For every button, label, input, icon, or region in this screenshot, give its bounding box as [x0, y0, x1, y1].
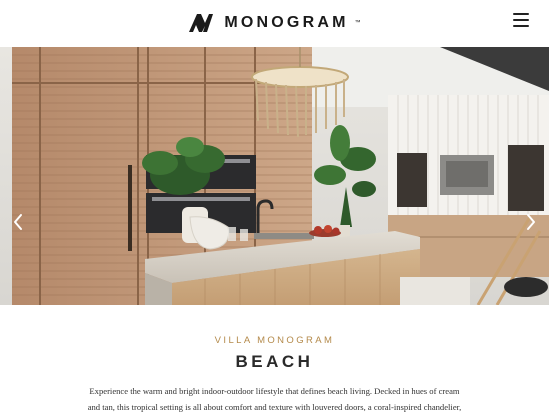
carousel-next-button[interactable]	[521, 209, 541, 235]
hamburger-icon[interactable]	[513, 13, 529, 27]
feature-content: VILLA MONOGRAM BEACH Experience the warm…	[0, 305, 549, 412]
trademark-mark: ™	[354, 20, 361, 26]
hero-kitchen-image	[0, 47, 549, 305]
brand-name: MONOGRAM	[224, 14, 349, 31]
site-header: MONOGRAM ™	[0, 0, 549, 46]
page-title: BEACH	[235, 352, 314, 371]
page-frame: MONOGRAM ™ VILLA MONOGRAM BEACH Experien…	[0, 0, 549, 412]
eyebrow-label: VILLA MONOGRAM	[214, 335, 335, 346]
carousel-prev-button[interactable]	[8, 209, 28, 235]
brand-logo[interactable]: MONOGRAM ™	[188, 13, 361, 33]
chevron-right-icon	[527, 214, 535, 230]
hero-carousel	[0, 47, 549, 305]
monogram-m-logo-icon	[189, 14, 214, 32]
chevron-left-icon	[14, 214, 22, 230]
description-text: Experience the warm and bright indoor-ou…	[87, 386, 462, 412]
